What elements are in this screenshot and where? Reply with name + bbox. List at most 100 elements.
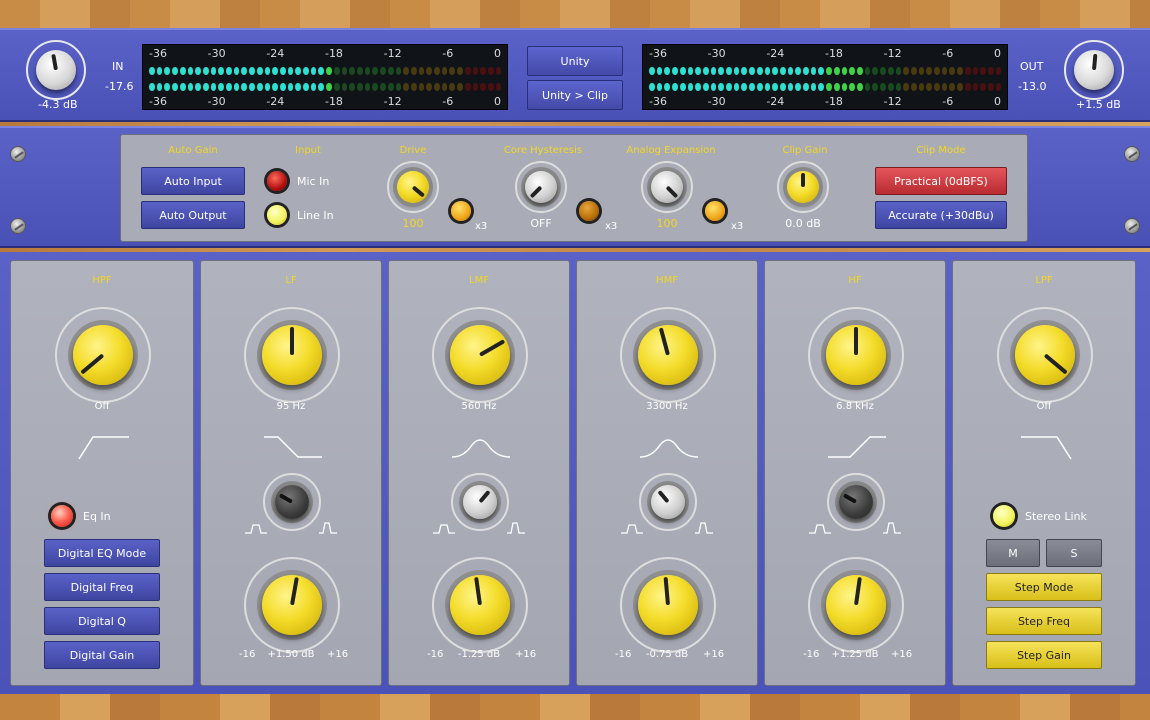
band-shape-icon <box>828 436 886 458</box>
meter-led <box>272 83 278 91</box>
core-hysteresis-knob[interactable] <box>515 161 567 213</box>
meter-led <box>164 67 171 75</box>
core-x3-toggle[interactable] <box>579 201 599 221</box>
step-gain-button[interactable]: Step Gain <box>986 641 1102 669</box>
drive-value: 100 <box>402 217 424 230</box>
hpf-freq-knob[interactable] <box>55 307 151 403</box>
meter-led <box>972 67 979 75</box>
meter-led <box>241 83 248 91</box>
clip-mode-label: Clip Mode <box>916 145 966 156</box>
meter-led <box>718 67 725 75</box>
meter-led <box>195 67 201 75</box>
line-in-toggle[interactable] <box>267 205 287 225</box>
band-q-knob[interactable] <box>639 473 697 531</box>
meter-led <box>387 67 394 75</box>
meter-led <box>149 83 155 91</box>
band-freq-value: 95 Hz <box>276 401 306 412</box>
q-narrow-icon <box>621 524 643 534</box>
band-gain-knob[interactable] <box>432 557 528 653</box>
meter-led <box>656 83 663 91</box>
lpf-freq-knob[interactable] <box>997 307 1093 403</box>
auto-gain-label: Auto Gain <box>168 145 218 156</box>
meter-tick-label: 0 <box>993 95 1001 108</box>
meter-led <box>195 83 201 91</box>
band-gain-knob[interactable] <box>620 557 716 653</box>
meter-led <box>364 67 371 75</box>
meter-led <box>964 83 971 91</box>
clip-gain-label: Clip Gain <box>782 145 828 156</box>
meter-led <box>733 83 740 91</box>
band-q-knob[interactable] <box>827 473 885 531</box>
band-q-knob[interactable] <box>451 473 509 531</box>
meter-led <box>980 83 986 91</box>
meter-led <box>179 83 186 91</box>
band-gain-knob[interactable] <box>808 557 904 653</box>
m-button[interactable]: M <box>986 539 1040 567</box>
meter-led <box>226 83 232 91</box>
band-title: HF <box>848 275 862 286</box>
analog-x3-label: x3 <box>731 221 744 232</box>
meter-tick-label: -12 <box>383 47 402 60</box>
digital-freq-button[interactable]: Digital Freq <box>44 573 160 601</box>
practical-mode-button[interactable]: Practical (0dBFS) <box>875 167 1007 195</box>
s-button[interactable]: S <box>1046 539 1102 567</box>
mic-in-toggle[interactable] <box>267 171 287 191</box>
band-gain-knob[interactable] <box>244 557 340 653</box>
meter-led <box>733 67 740 75</box>
stereo-link-label: Stereo Link <box>1025 510 1087 523</box>
meter-led <box>918 67 925 75</box>
meter-led <box>995 83 1002 91</box>
meter-led <box>395 83 402 91</box>
hpf-title: HPF <box>92 275 112 286</box>
unity-button[interactable]: Unity <box>527 46 623 76</box>
output-gain-knob[interactable] <box>1064 40 1124 100</box>
digital-gain-button[interactable]: Digital Gain <box>44 641 160 669</box>
meter-led <box>949 83 956 91</box>
auto-output-button[interactable]: Auto Output <box>141 201 245 229</box>
drive-x3-toggle[interactable] <box>451 201 471 221</box>
unity-clip-button[interactable]: Unity > Clip <box>527 80 623 110</box>
step-freq-button[interactable]: Step Freq <box>986 607 1102 635</box>
meter-led <box>826 67 832 75</box>
band-q-knob[interactable] <box>263 473 321 531</box>
analog-x3-toggle[interactable] <box>705 201 725 221</box>
digital-eq-mode-button[interactable]: Digital EQ Mode <box>44 539 160 567</box>
eq-band-lf: LF 95 Hz -16 +1.50 dB +16 <box>200 260 382 686</box>
auto-input-button[interactable]: Auto Input <box>141 167 245 195</box>
meter-led <box>910 83 917 91</box>
meter-led <box>903 83 909 91</box>
band-freq-knob[interactable] <box>808 307 904 403</box>
meter-led <box>349 83 355 91</box>
meter-led <box>441 67 448 75</box>
output-meter-scale-bottom: -36 -30 -24 -18 -12 -6 0 <box>643 95 1007 108</box>
meter-led <box>887 83 894 91</box>
meter-led <box>487 83 494 91</box>
accurate-mode-button[interactable]: Accurate (+30dBu) <box>875 201 1007 229</box>
input-gain-knob[interactable] <box>26 40 86 100</box>
eq-in-toggle[interactable] <box>51 505 73 527</box>
lpf-section: LPF Off Stereo Link M S Step Mode Step F… <box>952 260 1136 686</box>
digital-q-button[interactable]: Digital Q <box>44 607 160 635</box>
clip-gain-knob[interactable] <box>777 161 829 213</box>
meter-led <box>818 67 825 75</box>
band-freq-knob[interactable] <box>620 307 716 403</box>
meter-tick-label: -6 <box>442 47 454 60</box>
meter-led <box>218 67 225 75</box>
band-gain-value: +1.50 dB <box>267 649 315 660</box>
q-narrow-icon <box>809 524 831 534</box>
analog-expansion-knob[interactable] <box>641 161 693 213</box>
meter-led <box>818 83 825 91</box>
drive-knob[interactable] <box>387 161 439 213</box>
band-freq-knob[interactable] <box>432 307 528 403</box>
meter-tick-label: -24 <box>266 47 285 60</box>
q-wide-icon <box>695 522 713 534</box>
hpf-value: Off <box>94 401 110 412</box>
step-mode-button[interactable]: Step Mode <box>986 573 1102 601</box>
clip-gain-value: 0.0 dB <box>785 217 821 230</box>
band-freq-knob[interactable] <box>244 307 340 403</box>
mic-in-label: Mic In <box>297 175 330 188</box>
stereo-link-toggle[interactable] <box>993 505 1015 527</box>
meter-led <box>341 83 348 91</box>
meter-led <box>472 67 479 75</box>
meter-led <box>718 83 725 91</box>
